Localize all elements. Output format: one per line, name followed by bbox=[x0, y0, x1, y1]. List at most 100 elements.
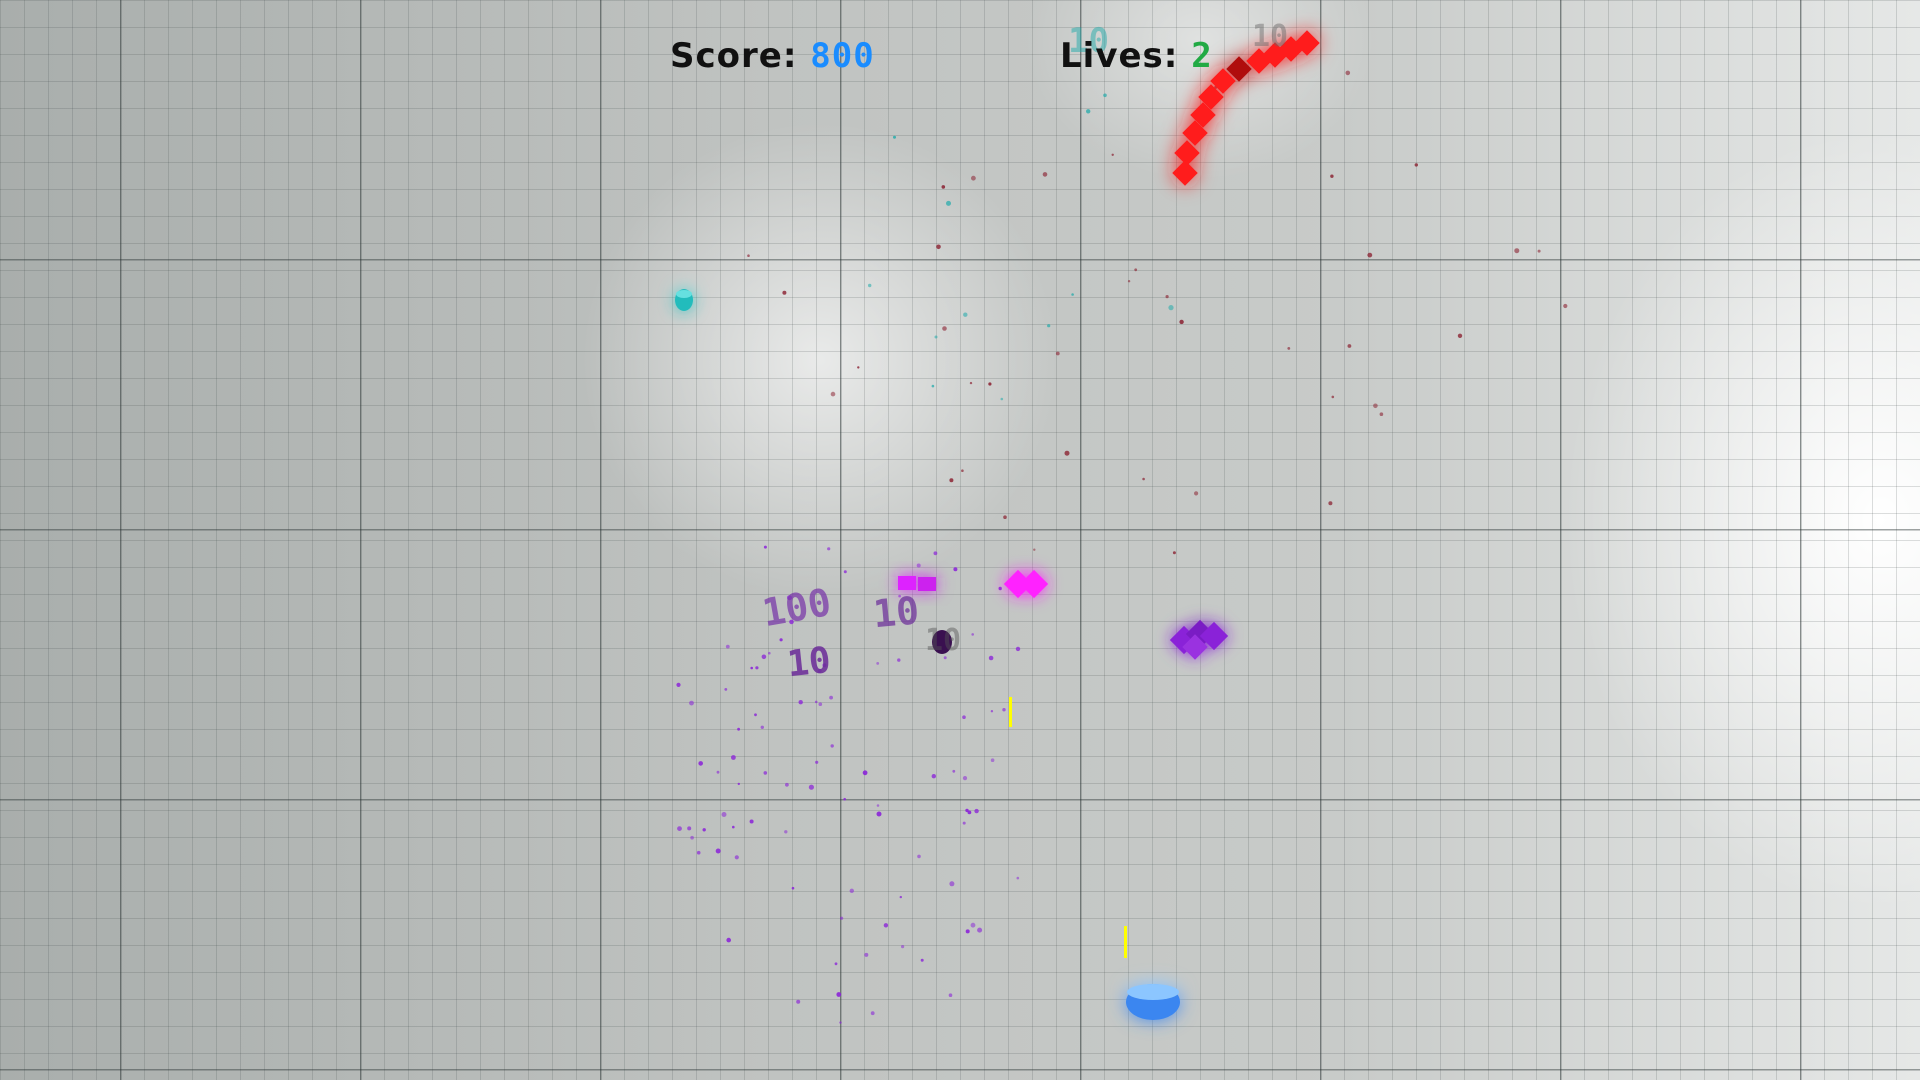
particle bbox=[829, 695, 833, 700]
game-stage[interactable]: 100 10 10 10 10 10 Score: 800 Lives: 2 bbox=[0, 0, 1920, 1080]
particle bbox=[962, 821, 966, 825]
particle bbox=[990, 710, 994, 713]
particle bbox=[732, 825, 735, 829]
particle bbox=[1134, 268, 1138, 272]
particle bbox=[737, 727, 740, 731]
floating-score-10: 10 bbox=[925, 623, 961, 658]
particle bbox=[946, 200, 951, 206]
particle bbox=[936, 244, 941, 250]
particle bbox=[1047, 324, 1051, 328]
particle bbox=[1331, 395, 1335, 399]
particle bbox=[791, 886, 795, 890]
particle bbox=[763, 545, 767, 549]
particle bbox=[834, 962, 838, 966]
particle bbox=[830, 391, 836, 397]
particle bbox=[1179, 319, 1184, 325]
particle bbox=[843, 797, 846, 801]
particle bbox=[933, 551, 938, 556]
particle bbox=[1457, 333, 1463, 338]
particle bbox=[676, 682, 681, 688]
particle bbox=[1379, 412, 1384, 417]
particle bbox=[1367, 252, 1373, 258]
particle bbox=[971, 175, 976, 181]
particle bbox=[734, 855, 739, 860]
particle bbox=[949, 881, 955, 887]
particle bbox=[782, 290, 787, 295]
particle bbox=[690, 835, 694, 840]
particle bbox=[931, 774, 936, 779]
score-label: Score: bbox=[670, 36, 798, 76]
particle bbox=[1111, 153, 1114, 156]
particle bbox=[1142, 477, 1145, 481]
particle bbox=[814, 700, 818, 704]
particle bbox=[779, 638, 783, 642]
particle bbox=[747, 254, 750, 257]
particle bbox=[965, 808, 969, 813]
particle bbox=[969, 381, 973, 385]
particle bbox=[715, 848, 721, 854]
diamond-enemy-icon bbox=[1003, 569, 1049, 599]
lives-label: Lives: bbox=[1060, 36, 1179, 76]
particle bbox=[1002, 708, 1006, 712]
particle bbox=[839, 1021, 842, 1024]
particle bbox=[876, 804, 880, 807]
particle bbox=[977, 927, 983, 933]
particle bbox=[702, 828, 706, 832]
particle bbox=[1194, 491, 1199, 496]
purple-diamond-enemy-icon bbox=[1169, 619, 1229, 660]
particle bbox=[696, 850, 701, 855]
particle bbox=[970, 922, 976, 928]
floating-score-10: 10 bbox=[785, 640, 832, 685]
particle bbox=[963, 312, 968, 317]
particle bbox=[1563, 303, 1568, 309]
particle bbox=[1373, 403, 1378, 409]
particle bbox=[1165, 295, 1169, 299]
particle bbox=[1514, 248, 1520, 254]
cyan-pickup-icon bbox=[675, 289, 693, 311]
particle bbox=[990, 758, 995, 762]
particle bbox=[897, 658, 901, 662]
floating-score-100: 100 bbox=[759, 580, 834, 635]
particle bbox=[1071, 293, 1074, 296]
score-display: Score: 800 bbox=[670, 36, 875, 76]
particle bbox=[868, 283, 872, 288]
particle bbox=[941, 185, 946, 189]
particle bbox=[883, 923, 889, 928]
particle bbox=[870, 1011, 875, 1016]
particle bbox=[949, 478, 954, 483]
game-scene: 100 10 10 10 10 10 bbox=[675, 19, 1568, 1024]
particle bbox=[725, 644, 730, 649]
particle bbox=[768, 651, 771, 655]
particle bbox=[934, 335, 938, 339]
particle bbox=[784, 830, 788, 834]
particle bbox=[876, 811, 882, 817]
particle bbox=[1086, 109, 1091, 114]
particle bbox=[1000, 397, 1004, 401]
particle bbox=[971, 633, 974, 636]
player-ship-icon[interactable] bbox=[1126, 984, 1180, 1020]
particle bbox=[965, 929, 970, 934]
particle bbox=[677, 826, 682, 831]
particle bbox=[1015, 646, 1021, 652]
particle bbox=[962, 776, 968, 781]
score-value: 800 bbox=[810, 36, 875, 76]
particle bbox=[737, 782, 740, 786]
particle bbox=[726, 937, 731, 943]
bullet bbox=[1124, 926, 1127, 958]
lives-display: Lives: 2 bbox=[1060, 36, 1213, 76]
lives-value: 2 bbox=[1191, 36, 1213, 76]
particle bbox=[1168, 305, 1174, 311]
particle bbox=[716, 770, 720, 774]
particle bbox=[901, 945, 905, 949]
particle bbox=[849, 888, 854, 893]
particle bbox=[836, 992, 842, 997]
particle bbox=[1537, 249, 1541, 253]
particle bbox=[988, 655, 994, 661]
particle bbox=[953, 567, 958, 572]
particle bbox=[893, 135, 896, 139]
particle bbox=[1064, 450, 1070, 456]
particle bbox=[763, 771, 768, 775]
particle bbox=[798, 700, 803, 705]
particle bbox=[830, 744, 834, 748]
particle bbox=[916, 563, 921, 568]
